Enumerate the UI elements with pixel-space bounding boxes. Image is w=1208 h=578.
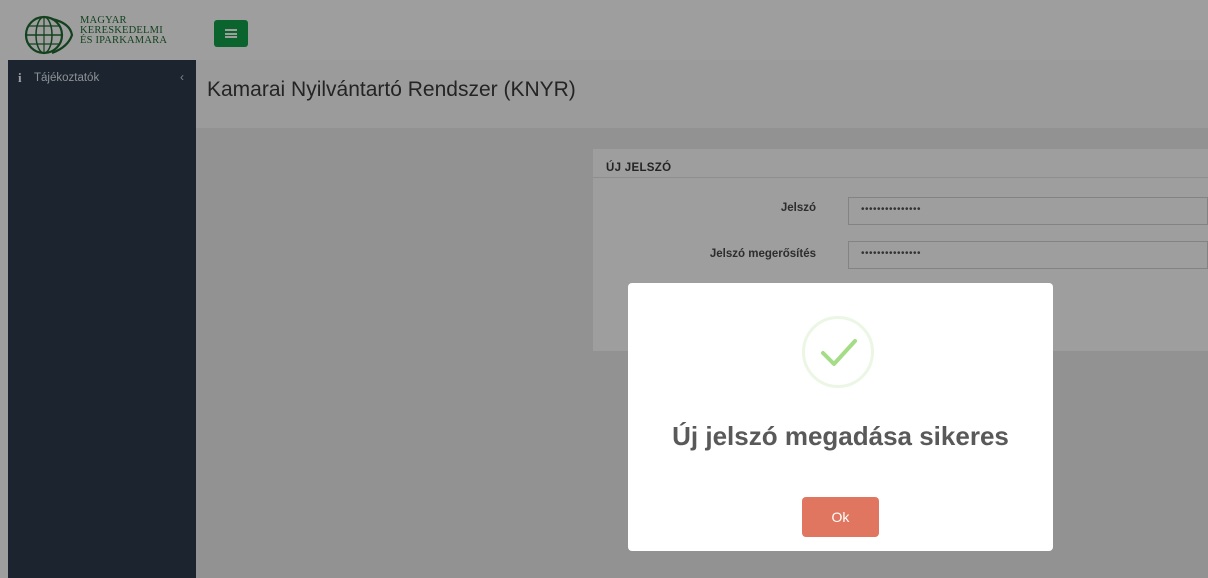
success-dialog: Új jelszó megadása sikeres Ok bbox=[628, 283, 1053, 551]
success-check-icon bbox=[802, 316, 874, 388]
ok-button[interactable]: Ok bbox=[802, 497, 879, 537]
check-mark-icon bbox=[821, 339, 857, 366]
dialog-title: Új jelszó megadása sikeres bbox=[672, 421, 1009, 451]
